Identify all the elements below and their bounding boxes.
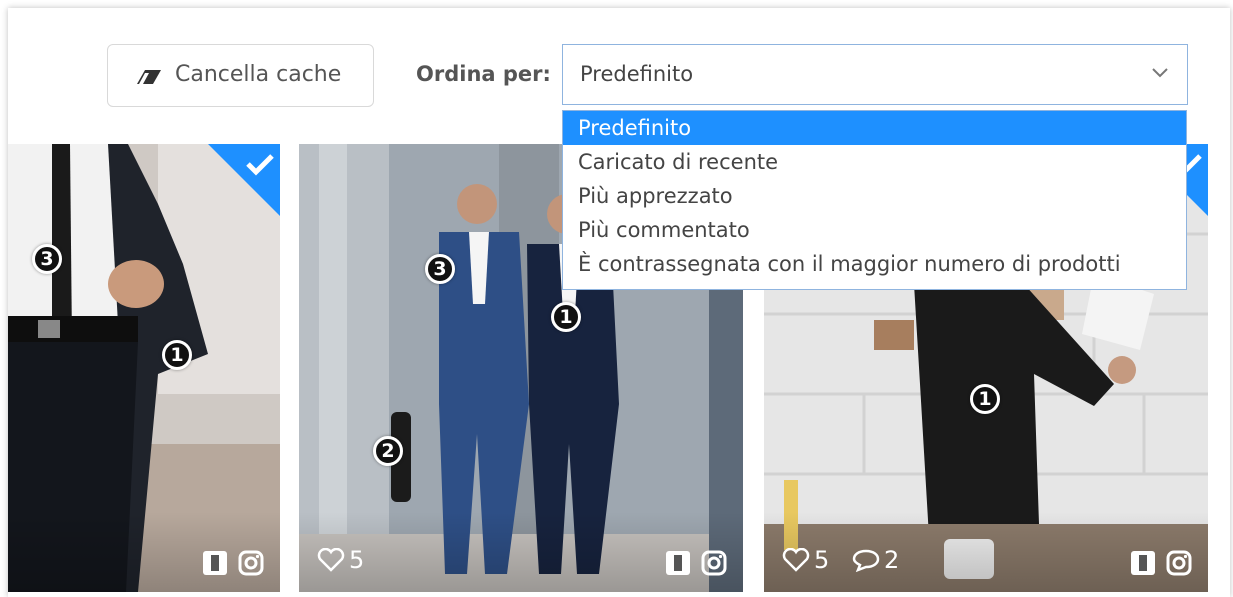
eraser-icon: [137, 70, 161, 84]
likes-count: 5: [782, 546, 829, 574]
product-tag-icon: [666, 551, 690, 575]
sort-options-menu: Predefinito Caricato di recente Più appr…: [562, 110, 1187, 290]
product-marker[interactable]: 1: [970, 384, 1000, 414]
product-marker[interactable]: 3: [425, 254, 455, 284]
clear-cache-button[interactable]: Cancella cache: [107, 44, 374, 107]
chevron-down-icon: [1152, 68, 1168, 78]
likes-count: 5: [317, 546, 364, 574]
gallery-tile-1[interactable]: 3 1: [8, 144, 280, 592]
sort-option-default[interactable]: Predefinito: [563, 111, 1186, 145]
selected-check-icon: [208, 144, 280, 216]
sort-option-most-commented[interactable]: Più commentato: [563, 213, 1186, 247]
product-tag-icon: [1131, 551, 1155, 575]
comments-count: 2: [852, 546, 899, 574]
sort-option-most-liked[interactable]: Più apprezzato: [563, 179, 1186, 213]
comment-icon: [852, 549, 880, 572]
sort-select[interactable]: Predefinito: [562, 44, 1188, 105]
product-marker[interactable]: 1: [162, 340, 192, 370]
heart-icon: [782, 548, 810, 572]
instagram-icon[interactable]: [238, 550, 264, 576]
instagram-icon[interactable]: [701, 550, 727, 576]
product-tag-icon: [203, 551, 227, 575]
product-marker[interactable]: 2: [373, 436, 403, 466]
heart-icon: [317, 548, 345, 572]
clear-cache-label: Cancella cache: [175, 62, 342, 87]
sort-selected-value: Predefinito: [580, 62, 694, 86]
sort-label: Ordina per:: [416, 62, 551, 86]
product-marker[interactable]: 1: [551, 302, 581, 332]
sort-option-most-products[interactable]: È contrassegnata con il maggior numero d…: [563, 247, 1186, 281]
product-marker[interactable]: 3: [32, 244, 62, 274]
gallery-panel: Cancella cache Ordina per: Predefinito 3…: [8, 8, 1230, 597]
instagram-icon[interactable]: [1166, 550, 1192, 576]
sort-option-recent[interactable]: Caricato di recente: [563, 145, 1186, 179]
